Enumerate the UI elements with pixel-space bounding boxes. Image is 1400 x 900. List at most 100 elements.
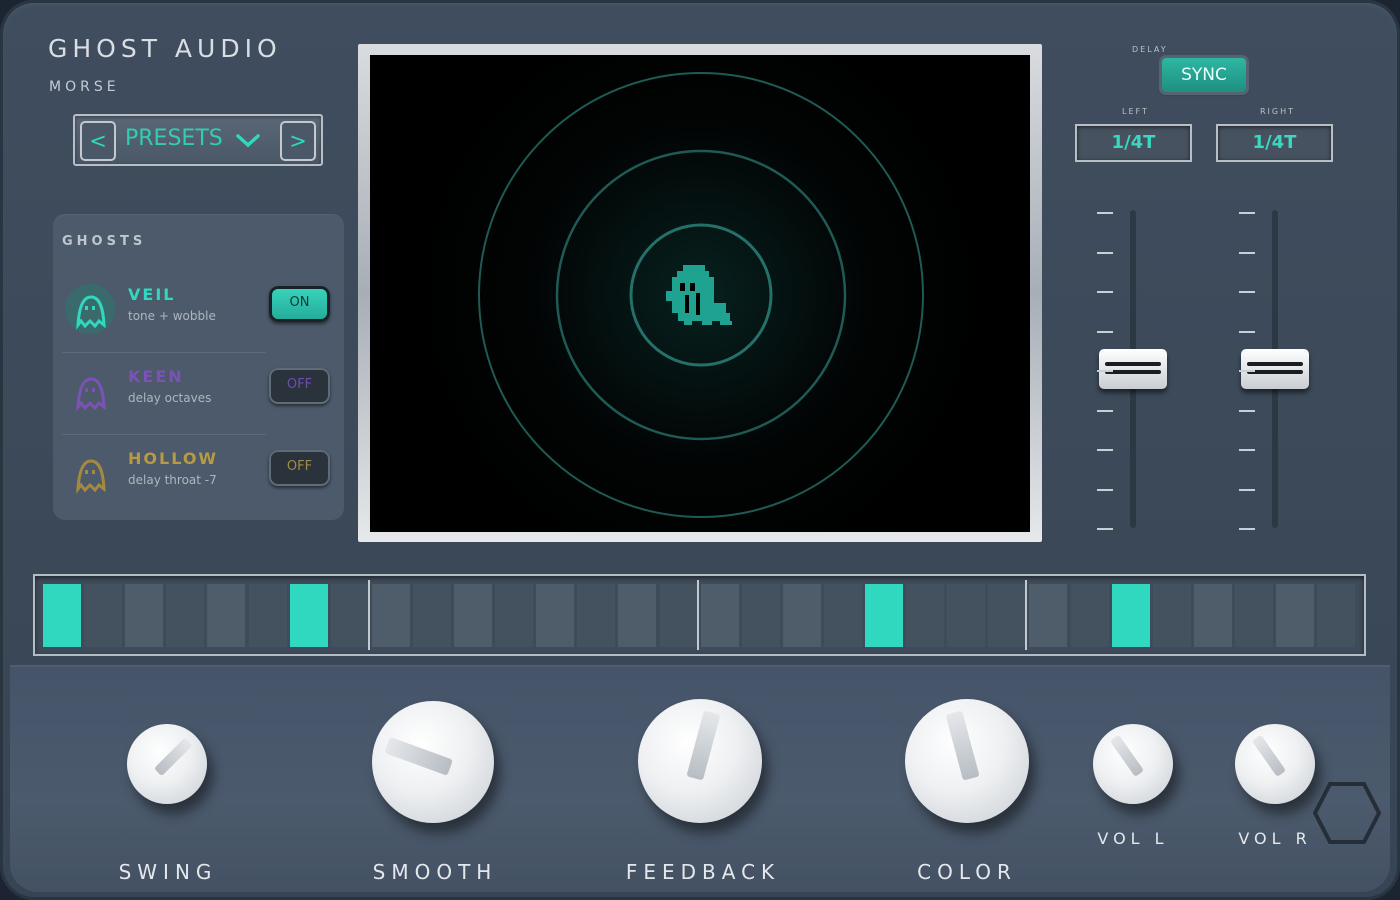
sequencer-step[interactable] [412,584,451,647]
left-label: LEFT [1122,107,1149,116]
sequencer-step[interactable] [371,584,410,647]
ghost-description: delay throat -7 [128,473,217,487]
fader-tick [1239,488,1255,491]
sequencer-step[interactable] [1111,584,1150,647]
fader-tick [1097,370,1113,372]
fader-tick [1097,409,1113,412]
visualizer-frame [358,44,1042,542]
fader-tick [1239,291,1255,293]
sequencer-step[interactable] [906,584,945,647]
bar-separator [367,580,370,650]
ghost-row-keen: KEEN delay octaves OFF [53,362,344,442]
sequencer-step[interactable] [1234,584,1273,647]
sequencer-step[interactable] [1070,584,1109,647]
sequencer-step[interactable] [1152,584,1191,647]
preset-next-button[interactable]: > [280,121,316,161]
feedback-label: FEEDBACK [625,860,781,884]
ghost-veil-toggle[interactable]: ON [269,286,330,322]
hexagon-icon[interactable] [1313,782,1381,844]
radar-rings [478,72,924,518]
sequencer-step[interactable] [454,584,492,647]
visualizer-display [370,55,1030,532]
delay-label: DELAY [1132,45,1168,54]
color-knob[interactable] [905,699,1029,823]
sequencer-step[interactable] [1317,584,1356,647]
left-delay-fader[interactable] [1093,210,1173,532]
preset-prev-button[interactable]: < [80,121,116,161]
step-sequencer [33,574,1366,656]
ghost-name: VEIL [128,285,176,304]
left-delay-time[interactable]: 1/4T [1075,124,1192,162]
sequencer-step[interactable] [289,584,328,647]
sequencer-step[interactable] [125,584,164,647]
sequencer-step[interactable] [330,584,369,647]
fader-tick [1097,291,1113,293]
sequencer-step[interactable] [618,584,657,647]
fader-tick [1097,528,1113,530]
fader-tick [1239,370,1255,372]
ghosts-panel: GHOSTS VEIL tone + wobble ON KEEN delay … [53,214,344,520]
sequencer-step[interactable] [577,584,616,647]
sequencer-step[interactable] [43,584,81,647]
sequencer-step[interactable] [700,584,739,647]
ghost-icon [65,284,115,334]
fader-tick [1239,409,1255,412]
sequencer-step[interactable] [248,584,287,647]
ghost-row-hollow: HOLLOW delay throat -7 OFF [53,444,344,524]
sequencer-step[interactable] [207,584,246,647]
sequencer-step[interactable] [1029,584,1068,647]
knob-pointer [384,736,454,776]
ghost-center-icon [666,265,732,325]
swing-label: SWING [118,860,218,884]
fader-handle[interactable] [1099,349,1167,389]
knob-pointer [686,710,722,782]
sequencer-step[interactable] [495,584,534,647]
sequencer-step[interactable] [166,584,205,647]
color-label: COLOR [917,860,1017,884]
sequencer-step[interactable] [1193,584,1232,647]
bar-separator [696,580,699,650]
right-delay-time[interactable]: 1/4T [1216,124,1333,162]
fader-tick [1097,212,1113,214]
sequencer-step[interactable] [865,584,903,647]
ghost-keen-toggle[interactable]: OFF [269,368,330,404]
sequencer-step[interactable] [84,584,123,647]
fader-tick [1239,251,1255,254]
sequencer-step[interactable] [988,584,1027,647]
fader-tick [1239,528,1255,530]
vol-r-knob[interactable] [1235,724,1315,804]
presets-label[interactable]: PRESETS [125,126,223,151]
knob-pointer [1252,734,1287,777]
fader-tick [1097,449,1113,451]
fader-tick [1097,251,1113,254]
sequencer-step[interactable] [1276,584,1314,647]
vol-l-knob[interactable] [1093,724,1173,804]
sequencer-step[interactable] [782,584,821,647]
smooth-label: SMOOTH [372,860,498,884]
brand-title: GHOST AUDIO [48,34,282,63]
sequencer-step[interactable] [536,584,575,647]
ghost-description: delay octaves [128,391,212,405]
fader-tick [1097,330,1113,333]
fader-handle[interactable] [1241,349,1309,389]
ghost-name: HOLLOW [128,449,219,468]
divider [62,434,266,435]
right-delay-fader[interactable] [1235,210,1315,532]
ghost-hollow-toggle[interactable]: OFF [269,450,330,486]
sequencer-step[interactable] [659,584,698,647]
swing-knob[interactable] [127,724,207,804]
fader-tick [1239,212,1255,214]
bar-separator [1025,580,1028,650]
right-label: RIGHT [1260,107,1296,116]
ghost-icon [76,459,106,494]
presets-selector[interactable]: < PRESETS > [73,114,323,166]
sync-button[interactable]: SYNC [1162,58,1246,92]
ghosts-title: GHOSTS [62,234,147,249]
chevron-down-icon[interactable] [235,130,261,150]
smooth-knob[interactable] [372,701,494,823]
sequencer-step[interactable] [741,584,780,647]
sequencer-step[interactable] [947,584,986,647]
divider [62,352,266,353]
sequencer-step[interactable] [823,584,862,647]
feedback-knob[interactable] [638,699,762,823]
